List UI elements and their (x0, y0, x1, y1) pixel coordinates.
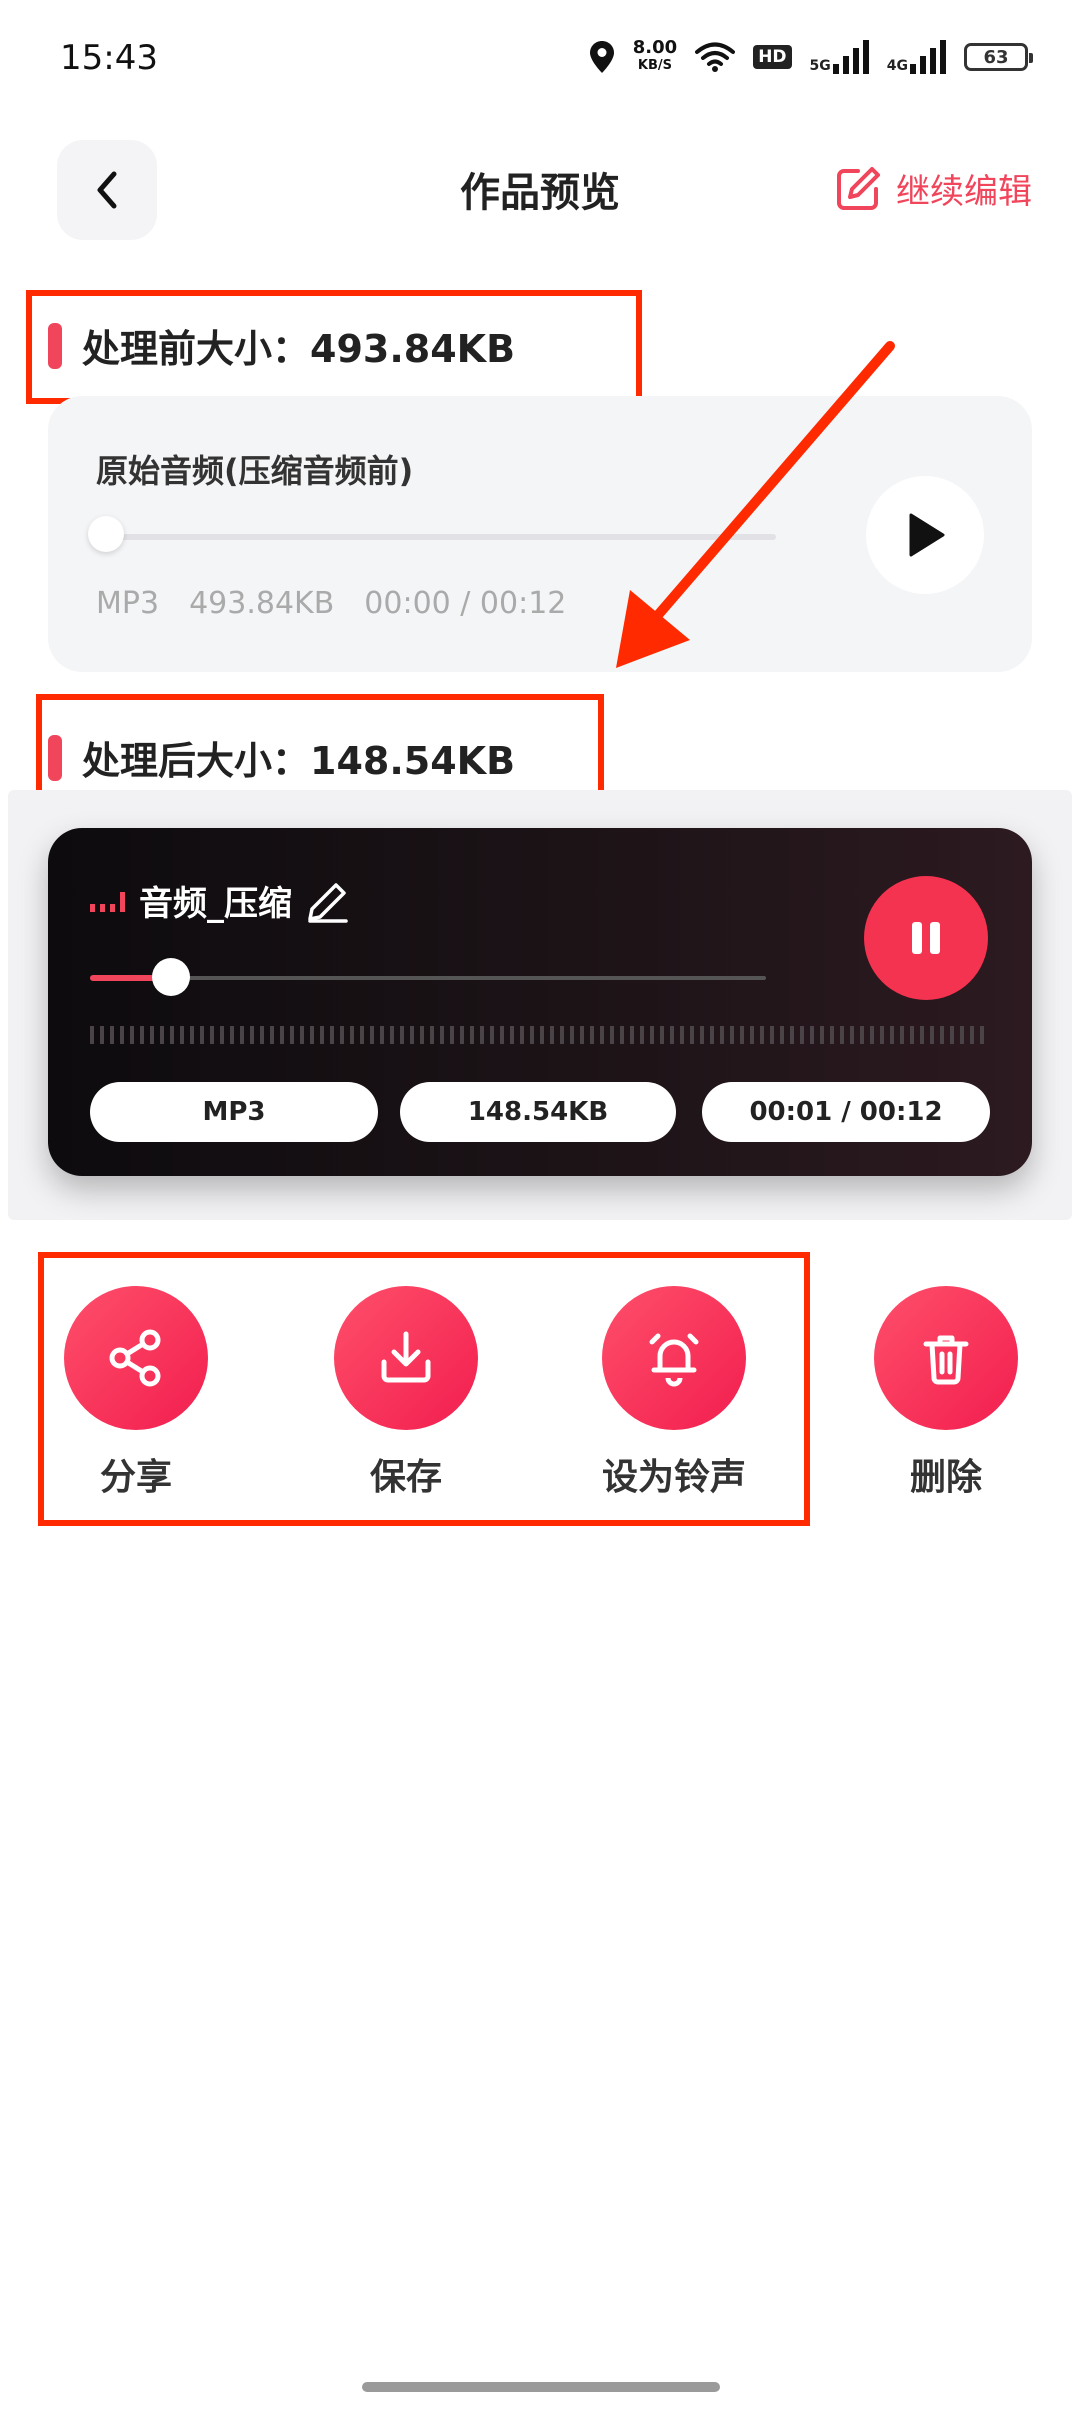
play-icon (909, 513, 945, 557)
compressed-audio-card: 音频_压缩 MP3 148.54KB 00:01 / 00:12 (48, 828, 1032, 1176)
signal-4g: 4G (887, 40, 946, 74)
save-button[interactable]: 保存 (326, 1286, 486, 1500)
download-icon (381, 1331, 431, 1383)
signal-bars-icon (910, 40, 946, 74)
original-play-button[interactable] (866, 476, 984, 594)
battery-level: 63 (983, 46, 1009, 68)
compressed-progress-thumb[interactable] (152, 958, 190, 996)
delete-label: 删除 (909, 1457, 982, 1498)
share-circle[interactable] (64, 1286, 208, 1430)
edit-icon (837, 166, 880, 210)
share-icon (109, 1329, 161, 1387)
size-pill: 148.54KB (400, 1082, 676, 1142)
section-marker (48, 734, 62, 781)
compressed-title-row: 音频_压缩 (90, 876, 350, 925)
compressed-progress-track[interactable] (90, 976, 766, 980)
original-audio-card: 原始音频(压缩音频前) MP3 493.84KB 00:00 / 00:12 (48, 396, 1032, 672)
status-time: 15:43 (60, 38, 158, 78)
set-ringtone-label: 设为铃声 (601, 1457, 746, 1498)
share-button[interactable]: 分享 (56, 1286, 216, 1500)
format-pill: MP3 (90, 1082, 378, 1142)
compressed-pause-button[interactable] (864, 876, 988, 1000)
after-size-header: 处理后大小：148.54KB (48, 730, 515, 785)
set-ringtone-circle[interactable] (602, 1286, 746, 1430)
original-audio-meta: MP3 493.84KB 00:00 / 00:12 (96, 586, 566, 621)
net-speed: 8.00 KB/S (633, 39, 677, 75)
after-size-label: 处理后大小：148.54KB (82, 739, 516, 783)
set-ringtone-button[interactable]: 设为铃声 (594, 1286, 754, 1500)
pencil-icon[interactable] (306, 879, 350, 923)
trash-icon (923, 1335, 969, 1385)
bell-icon (649, 1333, 699, 1387)
delete-button[interactable]: 删除 (866, 1286, 1026, 1500)
equalizer-icon (90, 890, 125, 912)
status-icons: 8.00 KB/S HD 5G 4G 63 (589, 34, 1033, 80)
compressed-audio-title: 音频_压缩 (139, 884, 292, 924)
wifi-icon (695, 42, 736, 72)
home-indicator[interactable] (362, 2382, 720, 2392)
before-size-label: 处理前大小：493.84KB (82, 327, 516, 371)
original-size: 493.84KB (189, 586, 335, 621)
original-time: 00:00 / 00:12 (364, 586, 567, 621)
pause-icon (912, 922, 940, 954)
hd-badge: HD (753, 45, 792, 69)
original-progress-track[interactable] (104, 534, 776, 540)
net-speed-value: 8.00 (632, 37, 678, 58)
waveform (90, 1026, 990, 1044)
signal-4g-label: 4G (886, 58, 908, 74)
time-pill: 00:01 / 00:12 (702, 1082, 990, 1142)
share-label: 分享 (99, 1457, 172, 1498)
continue-edit-label: 继续编辑 (896, 172, 1032, 212)
before-size-header: 处理前大小：493.84KB (48, 318, 515, 373)
continue-edit-button[interactable]: 继续编辑 (834, 164, 1032, 213)
signal-5g-label: 5G (809, 58, 831, 74)
signal-5g: 5G (810, 40, 869, 74)
original-audio-title: 原始音频(压缩音频前) (96, 452, 414, 490)
location-icon (589, 41, 614, 73)
delete-circle[interactable] (874, 1286, 1018, 1430)
original-progress-thumb[interactable] (88, 516, 124, 552)
battery-icon: 63 (964, 43, 1033, 71)
original-format: MP3 (96, 586, 160, 621)
save-circle[interactable] (334, 1286, 478, 1430)
save-label: 保存 (369, 1457, 442, 1498)
net-speed-unit: KB/S (637, 58, 673, 73)
signal-bars-icon (832, 40, 869, 74)
section-marker (48, 322, 62, 369)
